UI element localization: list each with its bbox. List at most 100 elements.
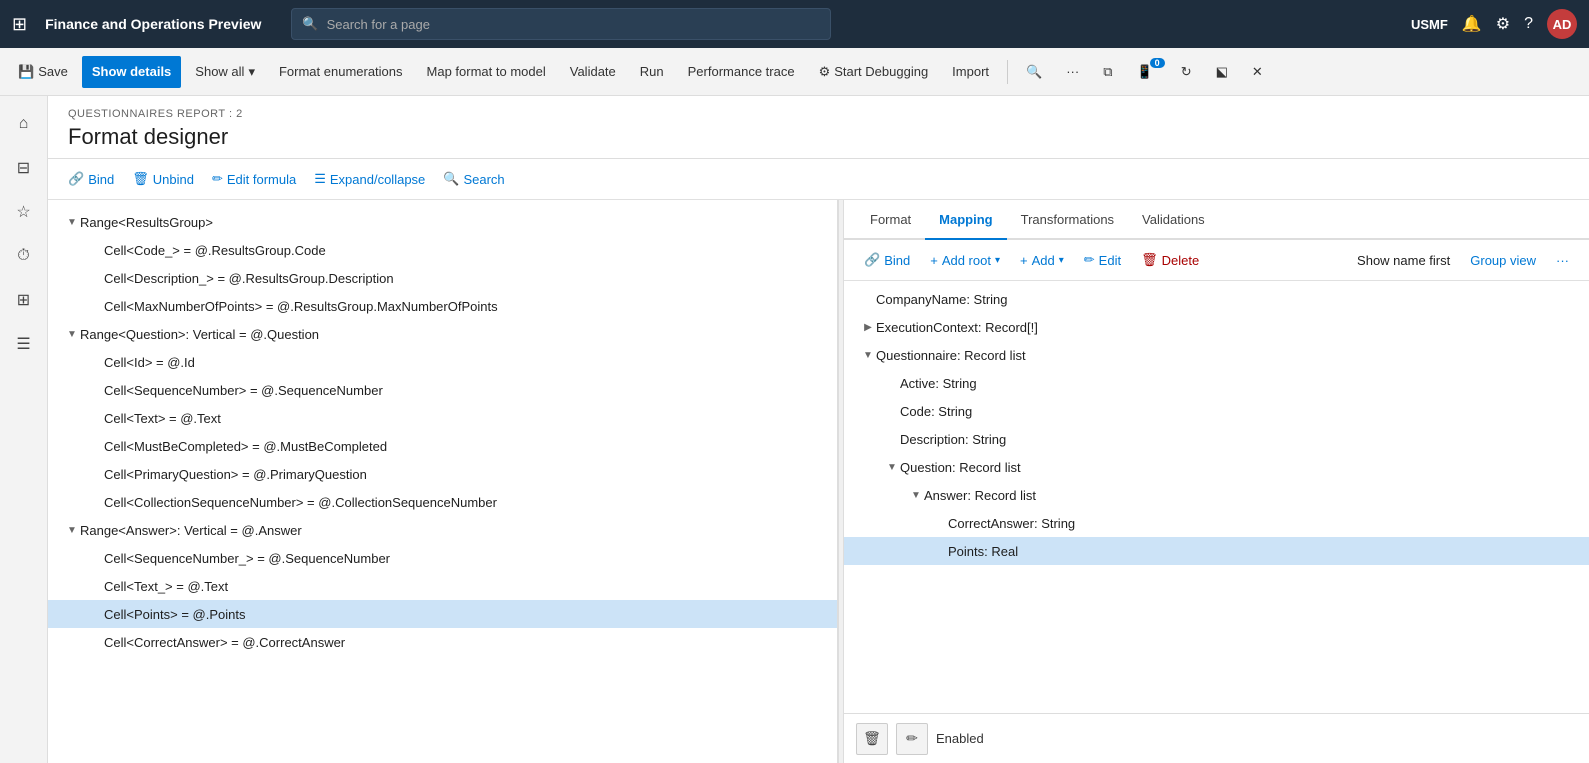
add-button[interactable]: + Add ▾ [1012,246,1072,274]
tree-item[interactable]: ▼Range<Question>: Vertical = @.Question [48,320,837,348]
edit-button[interactable]: ✏ Edit [1076,246,1129,274]
tree-label: Cell<Text_> = @.Text [104,579,829,594]
tree-toggle[interactable]: ▼ [64,217,80,228]
format-enumerations-button[interactable]: Format enumerations [269,56,413,88]
puzzle-button[interactable]: ⧉ [1093,56,1122,88]
edit-formula-button[interactable]: ✏ Edit formula [204,165,304,193]
tab-transformations[interactable]: Transformations [1007,200,1128,240]
right-model-tree: CompanyName: String▶ExecutionContext: Re… [844,281,1589,713]
tree-item[interactable]: Cell<Points> = @.Points [48,600,837,628]
right-tree-item[interactable]: ▼Question: Record list [844,453,1589,481]
tree-item[interactable]: Cell<CorrectAnswer> = @.CorrectAnswer [48,628,837,656]
right-tree-toggle[interactable]: ▼ [860,350,876,361]
right-bind-button[interactable]: 🔗 Bind [856,246,918,274]
tree-item[interactable]: Cell<Id> = @.Id [48,348,837,376]
tree-item[interactable]: Cell<Text> = @.Text [48,404,837,432]
close-button[interactable]: ✕ [1242,56,1273,88]
show-name-first-button[interactable]: Show name first [1349,246,1458,274]
app-grid-icon[interactable]: ⊞ [12,14,27,35]
tree-toggle[interactable]: ▼ [64,525,80,536]
right-tree-item[interactable]: CompanyName: String [844,285,1589,313]
delete-bottom-button[interactable]: 🗑 [856,723,888,755]
save-button[interactable]: 💾 Save [8,56,78,88]
tree-item[interactable]: Cell<PrimaryQuestion> = @.PrimaryQuestio… [48,460,837,488]
sidebar-home-icon[interactable]: ⌂ [4,104,44,144]
bind-button[interactable]: 🔗 Bind [60,165,122,193]
add-root-icon: + [930,253,938,268]
right-tree-toggle[interactable]: ▼ [908,490,924,501]
right-tree-item[interactable]: ▼Answer: Record list [844,481,1589,509]
notification-icon[interactable]: 🔔 [1462,14,1482,34]
tree-label: Cell<MaxNumberOfPoints> = @.ResultsGroup… [104,299,829,314]
delete-button[interactable]: 🗑 Delete [1133,246,1207,274]
more-options-button[interactable]: ··· [1056,56,1089,88]
tree-item[interactable]: Cell<CollectionSequenceNumber> = @.Colle… [48,488,837,516]
search-toolbar-button[interactable]: 🔍 [1016,56,1052,88]
show-details-button[interactable]: Show details [82,56,181,88]
add-chevron: ▾ [1059,255,1064,266]
delete-icon: 🗑 [1141,252,1158,268]
help-icon[interactable]: ? [1524,15,1533,33]
app-title: Finance and Operations Preview [45,16,261,32]
right-tree-toggle[interactable]: ▶ [860,322,876,333]
tab-mapping[interactable]: Mapping [925,200,1006,240]
tree-item[interactable]: Cell<SequenceNumber> = @.SequenceNumber [48,376,837,404]
right-tree-toggle[interactable]: ▼ [884,462,900,473]
performance-trace-button[interactable]: Performance trace [678,56,805,88]
add-root-button[interactable]: + Add root ▾ [922,246,1008,274]
tree-item[interactable]: Cell<Code_> = @.ResultsGroup.Code [48,236,837,264]
unlink-icon: 🗑 [132,171,149,187]
expand-collapse-button[interactable]: ☰ Expand/collapse [306,165,433,193]
right-more-button[interactable]: ··· [1548,246,1577,274]
tree-item[interactable]: Cell<MaxNumberOfPoints> = @.ResultsGroup… [48,292,837,320]
import-button[interactable]: Import [942,56,999,88]
sidebar-star-icon[interactable]: ☆ [4,192,44,232]
tree-item[interactable]: Cell<MustBeCompleted> = @.MustBeComplete… [48,432,837,460]
tree-item[interactable]: ▼Range<Answer>: Vertical = @.Answer [48,516,837,544]
sidebar-filter-icon[interactable]: ⊟ [4,148,44,188]
power-apps-button[interactable]: 📱0 [1127,56,1167,88]
start-debugging-button[interactable]: ⚙ Start Debugging [809,56,939,88]
run-button[interactable]: Run [630,56,674,88]
right-tree-item[interactable]: Active: String [844,369,1589,397]
sidebar-list-icon[interactable]: ☰ [4,324,44,364]
tree-item[interactable]: Cell<SequenceNumber_> = @.SequenceNumber [48,544,837,572]
right-toolbar-right: Show name first Group view ··· [1349,246,1577,274]
right-tree-item[interactable]: ▶ExecutionContext: Record[!] [844,313,1589,341]
tree-item[interactable]: ▼Range<ResultsGroup> [48,208,837,236]
tree-label: Range<Question>: Vertical = @.Question [80,327,829,342]
group-view-button[interactable]: Group view [1462,246,1544,274]
tree-item[interactable]: Cell<Text_> = @.Text [48,572,837,600]
right-tree-item[interactable]: CorrectAnswer: String [844,509,1589,537]
validate-button[interactable]: Validate [560,56,626,88]
sidebar-clock-icon[interactable]: ⏱ [4,236,44,276]
unbind-button[interactable]: 🗑 Unbind [124,165,202,193]
tree-label: Range<ResultsGroup> [80,215,829,230]
global-search[interactable]: 🔍 Search for a page [291,8,831,40]
map-format-to-model-button[interactable]: Map format to model [417,56,556,88]
sidebar-grid-icon[interactable]: ⊞ [4,280,44,320]
search-icon: 🔍 [302,16,318,32]
edit-icon: ✏ [212,171,223,187]
status-text: Enabled [936,731,984,746]
tree-label: Cell<Code_> = @.ResultsGroup.Code [104,243,829,258]
right-tree-item[interactable]: Points: Real [844,537,1589,565]
tree-item[interactable]: Cell<Description_> = @.ResultsGroup.Desc… [48,264,837,292]
right-tree-item[interactable]: Code: String [844,397,1589,425]
page-header: QUESTIONNAIRES REPORT : 2 Format designe… [48,96,1589,159]
avatar[interactable]: AD [1547,9,1577,39]
content-area: QUESTIONNAIRES REPORT : 2 Format designe… [48,96,1589,763]
tab-format[interactable]: Format [856,200,925,240]
refresh-button[interactable]: ↻ [1171,56,1202,88]
edit-bottom-button[interactable]: ✏ [896,723,928,755]
right-tree-item[interactable]: Description: String [844,425,1589,453]
tab-validations[interactable]: Validations [1128,200,1219,240]
tree-toggle[interactable]: ▼ [64,329,80,340]
open-button[interactable]: ⬕ [1206,56,1238,88]
right-tree-item[interactable]: ▼Questionnaire: Record list [844,341,1589,369]
top-nav: ⊞ Finance and Operations Preview 🔍 Searc… [0,0,1589,48]
show-all-button[interactable]: Show all ▾ [185,56,265,88]
search-sub-button[interactable]: 🔍 Search [435,165,512,193]
company-selector[interactable]: USMF [1411,17,1448,32]
settings-icon[interactable]: ⚙ [1496,14,1510,34]
